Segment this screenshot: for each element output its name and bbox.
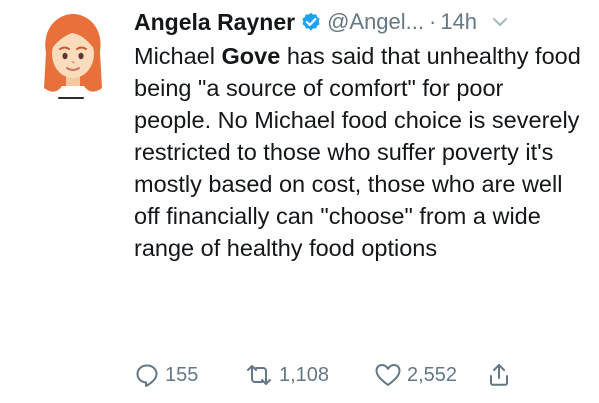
tweet-text-part1: Michael (134, 43, 222, 69)
share-button[interactable] (486, 362, 512, 388)
like-button[interactable]: 2,552 (374, 362, 486, 388)
reply-count: 155 (165, 363, 199, 386)
heart-icon (375, 364, 401, 386)
tweet-text-part2: has said that unhealthy food being "a so… (134, 43, 581, 261)
timestamp[interactable]: 14h (440, 9, 477, 35)
tweet-text-bold: Gove (221, 43, 281, 69)
avatar[interactable] (36, 12, 110, 98)
tweet[interactable]: Angela Rayner @Angel... · 14h Michael Go… (0, 0, 599, 403)
avatar-underline (58, 97, 84, 99)
share-icon (490, 364, 508, 386)
chevron-down-icon[interactable] (491, 13, 509, 31)
tweet-text: Michael Gove has said that unhealthy foo… (134, 40, 584, 264)
retweet-button[interactable]: 1,108 (244, 362, 374, 388)
retweet-icon (247, 365, 271, 385)
reply-icon (136, 364, 158, 387)
red-haired-woman-emoji-icon (44, 14, 102, 92)
tweet-header: Angela Rayner @Angel... · 14h (134, 6, 599, 38)
handle[interactable]: @Angel... (327, 9, 424, 35)
reply-button[interactable]: 155 (134, 362, 244, 388)
verified-badge-icon (301, 12, 321, 32)
like-count: 2,552 (407, 363, 458, 386)
action-bar: 155 1,108 2,552 (134, 359, 512, 391)
retweet-count: 1,108 (279, 363, 330, 386)
display-name[interactable]: Angela Rayner (134, 9, 295, 36)
separator-dot: · (429, 9, 437, 34)
